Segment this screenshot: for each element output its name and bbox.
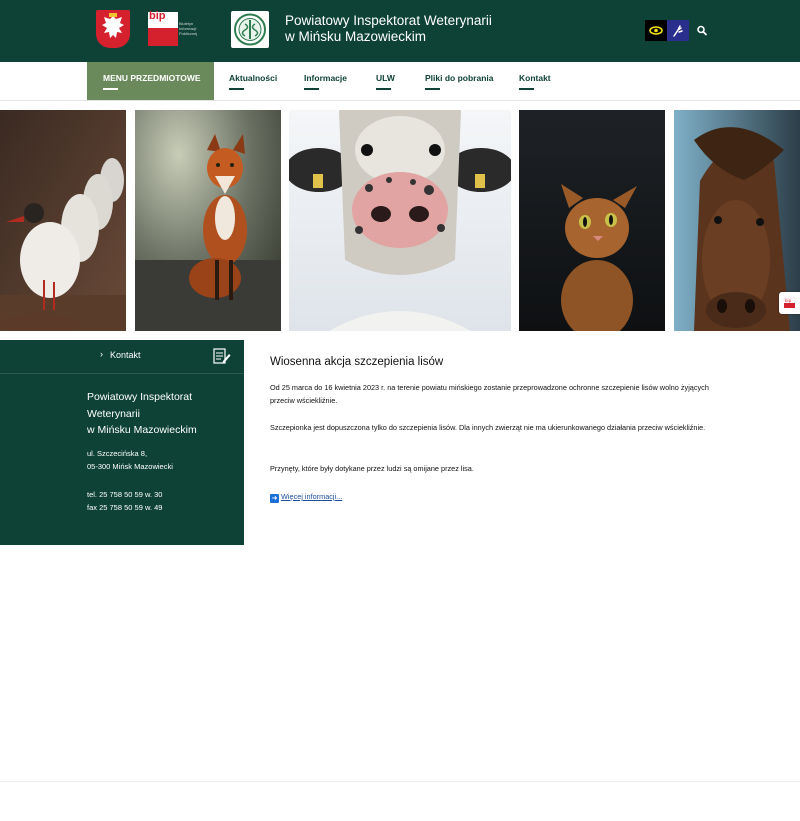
article-paragraph-2: Szczepionka jest dopuszczona tylko do sz… [270,423,706,432]
nav-underline [229,88,244,90]
article-title: Wiosenna akcja szczepienia lisów [270,356,444,368]
poland-emblem-icon[interactable] [96,10,130,48]
institution-name-line1: Powiatowy Inspektorat [87,391,193,403]
nav-underline [519,88,534,90]
nav-underline [103,88,118,90]
institution-name: Powiatowy Inspektorat Weterynarii w Mińs… [87,389,237,439]
nav-item-label: Kontakt [519,73,551,83]
fax-number: fax 25 758 50 59 w. 49 [87,502,163,512]
article-paragraph-1: Od 25 marca do 16 kwietnia 2023 r. na te… [270,383,709,405]
institution-address: ul. Szczecińska 8, 05-300 Mińsk Mazowiec… [87,448,173,473]
arrow-right-icon: ➜ [270,494,279,503]
eye-contrast-icon [649,26,663,35]
nav-menu-przedmiotowe[interactable]: MENU PRZEDMIOTOWE [87,62,214,100]
read-more-label: Więcej informacji... [281,492,343,501]
main-navigation: MENU PRZEDMIOTOWE Aktualności Informacje… [0,62,800,101]
institution-phones: tel. 25 758 50 59 w. 30 fax 25 758 50 59… [87,489,162,514]
nav-underline [425,88,440,90]
nav-item-label: Pliki do pobrania [425,73,494,83]
search-button[interactable] [693,20,711,41]
photo-fox [135,110,281,331]
site-header: bip Biuletyn Informacji Publicznej Powia… [0,0,800,62]
sign-language-button[interactable] [667,20,689,41]
phone-number: tel. 25 758 50 59 w. 30 [87,490,163,499]
address-street: ul. Szczecińska 8, [87,449,148,458]
photo-gallery: bip [0,110,800,331]
bip-logo-icon[interactable]: bip Biuletyn Informacji Publicznej [148,10,206,46]
nav-item-label: Aktualności [229,73,278,83]
news-article: Wiosenna akcja szczepienia lisów Od 25 m… [270,356,720,503]
chevron-right-icon: › [100,349,103,359]
sidebar-contact-label: Kontakt [110,350,141,360]
svg-text:bip: bip [785,298,792,303]
veterinary-logo-icon[interactable] [231,11,269,48]
sidebar-contact-link[interactable]: › Kontakt [0,340,244,374]
footer-divider [0,781,800,782]
search-icon [697,25,707,36]
nav-item-label: Informacje [304,73,347,83]
address-city: 05-300 Mińsk Mazowiecki [87,461,173,471]
document-edit-icon [212,347,231,366]
nav-item-label: ULW [376,73,395,83]
institution-name-line2: Weterynarii [87,407,140,420]
photo-seagulls [0,110,126,331]
site-title-line2: w Mińsku Mazowieckim [285,29,427,44]
institution-name-line3: w Mińsku Mazowieckim [87,424,197,436]
contact-sidebar: › Kontakt Powiatowy Inspektorat Weteryna… [0,340,244,545]
bip-subtitle: Biuletyn Informacji Publicznej [179,21,198,36]
nav-underline [376,88,391,90]
photo-cat [519,110,665,331]
site-title-line1: Powiatowy Inspektorat Weterynarii [285,13,492,28]
photo-cow [289,110,511,331]
nav-underline [304,88,319,90]
sign-language-icon [673,25,683,37]
bip-floating-icon[interactable]: bip [779,292,800,314]
bip-text: bip [149,10,166,22]
read-more-link[interactable]: ➜ Więcej informacji... [270,492,342,503]
article-paragraph-3: Przynęty, które były dotykane przez ludz… [270,464,474,473]
contrast-button[interactable] [645,20,667,41]
nav-item-label: MENU PRZEDMIOTOWE [103,73,201,83]
site-title[interactable]: Powiatowy Inspektorat Weterynarii w Mińs… [285,13,492,45]
